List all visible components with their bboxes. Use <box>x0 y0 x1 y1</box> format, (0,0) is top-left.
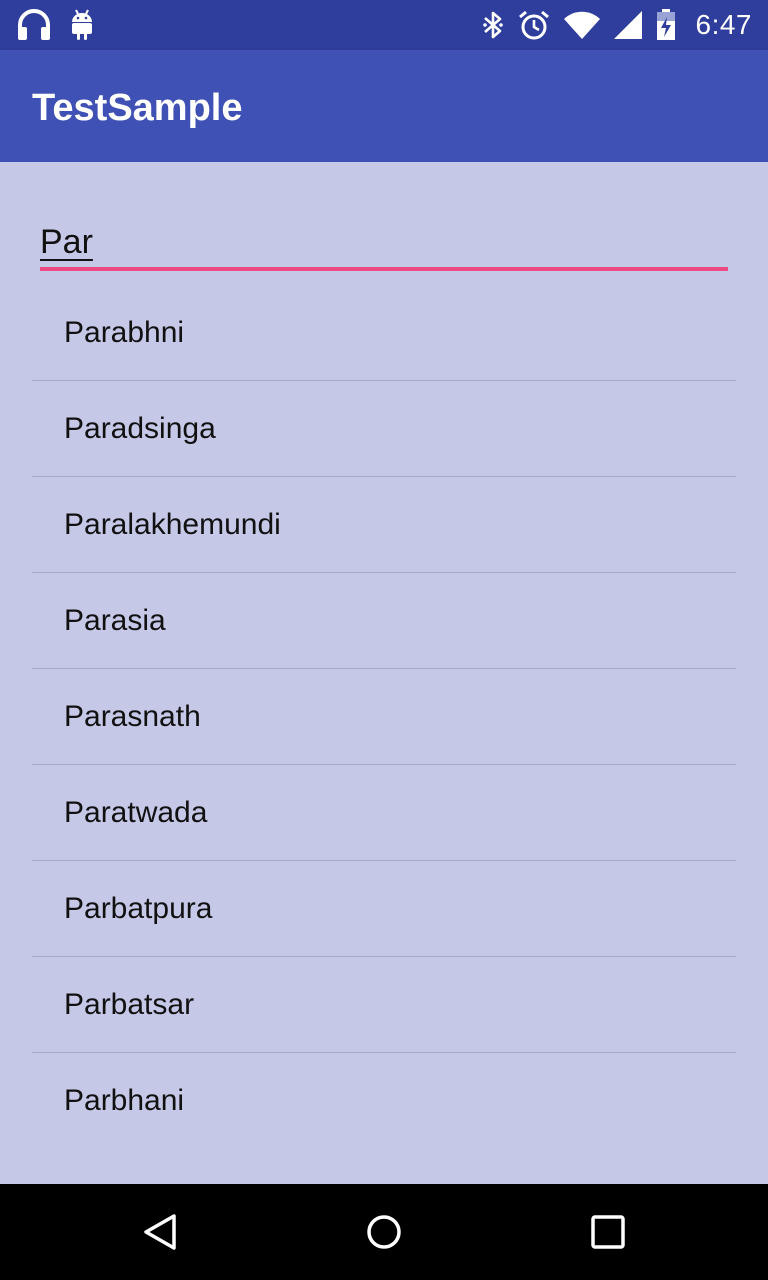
wifi-icon <box>563 11 600 39</box>
signal-icon <box>613 11 642 39</box>
home-icon[interactable] <box>360 1208 408 1256</box>
suggestion-item[interactable]: Parbhani <box>32 1053 736 1149</box>
system-nav-bar <box>0 1184 768 1280</box>
suggestion-item[interactable]: Paratwada <box>32 765 736 861</box>
back-icon[interactable] <box>136 1208 184 1256</box>
suggestion-item[interactable]: Parasia <box>32 573 736 669</box>
bluetooth-icon <box>482 9 504 41</box>
status-time: 6:47 <box>695 9 752 40</box>
alarm-icon <box>518 9 550 41</box>
recents-icon[interactable] <box>584 1208 632 1256</box>
search-field[interactable] <box>40 220 728 272</box>
search-focus-underline <box>40 267 728 271</box>
suggestion-list: Parabhni Paradsinga Paralakhemundi Paras… <box>32 285 736 1149</box>
suggestion-item[interactable]: Parbatsar <box>32 957 736 1053</box>
suggestion-item[interactable]: Parasnath <box>32 669 736 765</box>
app-title: TestSample <box>32 87 243 129</box>
suggestion-item[interactable]: Parbatpura <box>32 861 736 957</box>
status-right-icons: 6:47 <box>482 8 753 42</box>
status-bar: 6:47 <box>0 0 768 50</box>
status-left-icons <box>16 8 94 42</box>
main-content: Parabhni Paradsinga Paralakhemundi Paras… <box>0 162 768 1184</box>
suggestion-item[interactable]: Parabhni <box>32 285 736 381</box>
android-icon <box>70 9 94 41</box>
suggestion-item[interactable]: Paradsinga <box>32 381 736 477</box>
suggestion-item[interactable]: Paralakhemundi <box>32 477 736 573</box>
search-input[interactable] <box>40 220 728 264</box>
headphones-icon <box>16 8 52 42</box>
battery-icon <box>656 9 676 41</box>
app-bar: TestSample <box>0 50 768 162</box>
